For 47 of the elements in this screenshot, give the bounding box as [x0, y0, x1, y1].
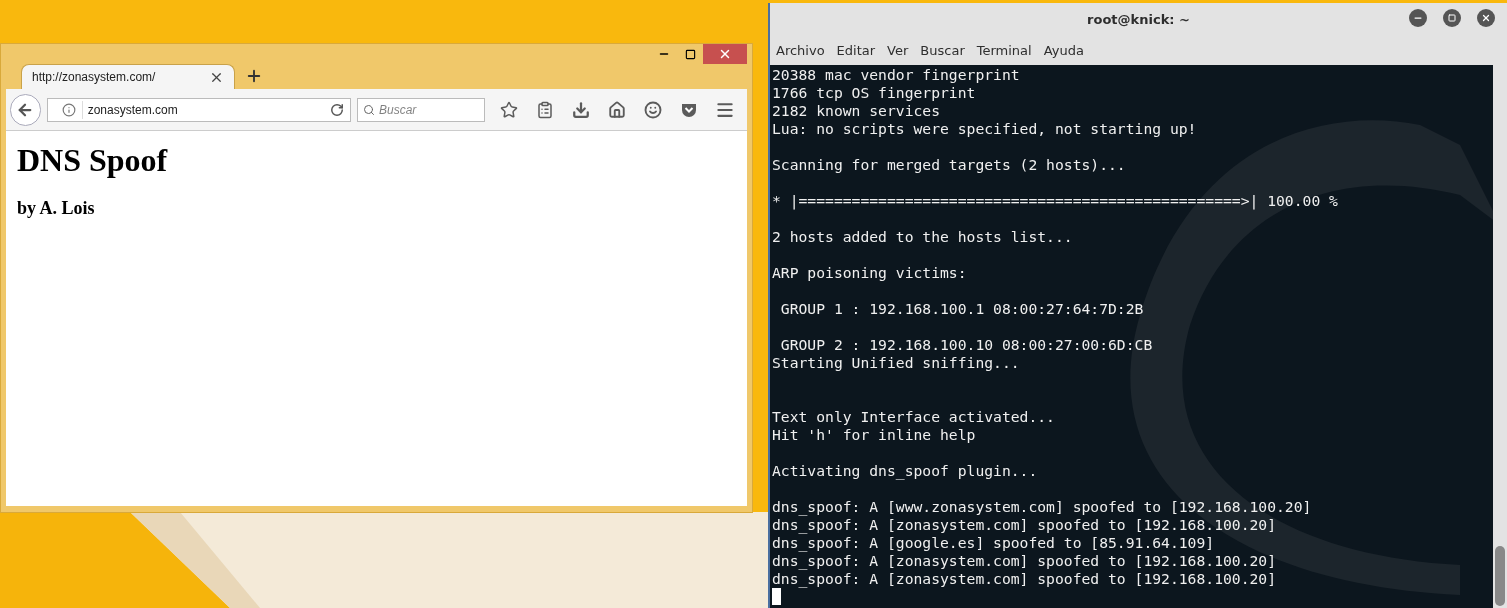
- menu-item[interactable]: Terminal: [976, 41, 1032, 61]
- close-icon: [1481, 13, 1491, 23]
- tab-title: http://zonasystem.com/: [32, 69, 156, 86]
- terminal-line: dns_spoof: A [www.zonasystem.com] spoofed to [192.168.100.20]: [772, 498, 1312, 516]
- terminal-line: Starting Unified sniffing...: [772, 354, 1020, 372]
- maximize-button[interactable]: [1443, 9, 1461, 27]
- terminal-line: dns_spoof: A [google.es] spoofed to [85.91.64.109]: [772, 534, 1215, 552]
- window-title: root@knick: ~: [1087, 11, 1190, 30]
- terminal-line: dns_spoof: A [zonasystem.com] spoofed to [192.168.100.20]: [772, 552, 1277, 570]
- menu-item[interactable]: Editar: [836, 41, 876, 61]
- reload-icon[interactable]: [330, 102, 344, 117]
- browser-tab[interactable]: http://zonasystem.com/: [21, 64, 235, 89]
- menu-item[interactable]: Archivo: [776, 41, 825, 61]
- terminal-line: Text only Interface activated...: [772, 408, 1055, 426]
- terminal-line: GROUP 2 : 192.168.100.10 08:00:27:00:6D:CB: [779, 336, 1153, 354]
- info-icon[interactable]: [61, 102, 76, 117]
- close-icon: [718, 47, 732, 61]
- terminal-line: ARP poisoning victims:: [772, 264, 967, 282]
- address-text: zonasystem.com: [81, 100, 324, 119]
- byline: by A. Lois: [17, 197, 96, 221]
- menu-item[interactable]: Buscar: [920, 41, 965, 61]
- terminal-line: 2 hosts added to the hosts list...: [772, 228, 1073, 246]
- scrollbar[interactable]: [1493, 65, 1507, 608]
- close-button[interactable]: [1477, 9, 1495, 27]
- terminal-line: 20388 mac vendor fingerprint: [772, 66, 1020, 84]
- back-button[interactable]: [10, 93, 41, 126]
- maximize-icon: [684, 48, 696, 60]
- page-heading: DNS Spoof: [17, 141, 169, 180]
- search-icon: [363, 102, 375, 117]
- search-field[interactable]: Buscar: [357, 97, 485, 122]
- terminal-line: Scanning for merged targets (2 hosts)...: [772, 156, 1126, 174]
- menu-item[interactable]: Ver: [887, 41, 909, 61]
- terminal-line: Lua: no scripts were specified, not starting up!: [772, 120, 1197, 138]
- address-field[interactable]: zonasystem.com: [46, 97, 351, 122]
- terminal-line: Hit 'h' for inline help: [772, 426, 976, 444]
- menu-item[interactable]: Ayuda: [1043, 41, 1084, 61]
- terminal-line: * |==================================================>| 100.00 %: [772, 192, 1338, 210]
- maximize-icon: [1448, 14, 1456, 22]
- terminal-line: dns_spoof: A [zonasystem.com] spoofed to [192.168.100.20]: [772, 570, 1277, 588]
- search-input[interactable]: Buscar: [379, 100, 479, 119]
- new-tab-icon[interactable]: [245, 67, 263, 85]
- terminal-line: dns_spoof: A [zonasystem.com] spoofed to [192.168.100.20]: [772, 516, 1277, 534]
- terminal-line: 2182 known services: [772, 102, 940, 120]
- terminal-line: GROUP 1 : 192.168.100.1 08:00:27:64:7D:2B: [779, 300, 1144, 318]
- terminal-line: 1766 tcp OS fingerprint: [772, 84, 976, 102]
- terminal-line: Activating dns_spoof plugin...: [772, 462, 1038, 480]
- minimize-button[interactable]: [1409, 9, 1427, 27]
